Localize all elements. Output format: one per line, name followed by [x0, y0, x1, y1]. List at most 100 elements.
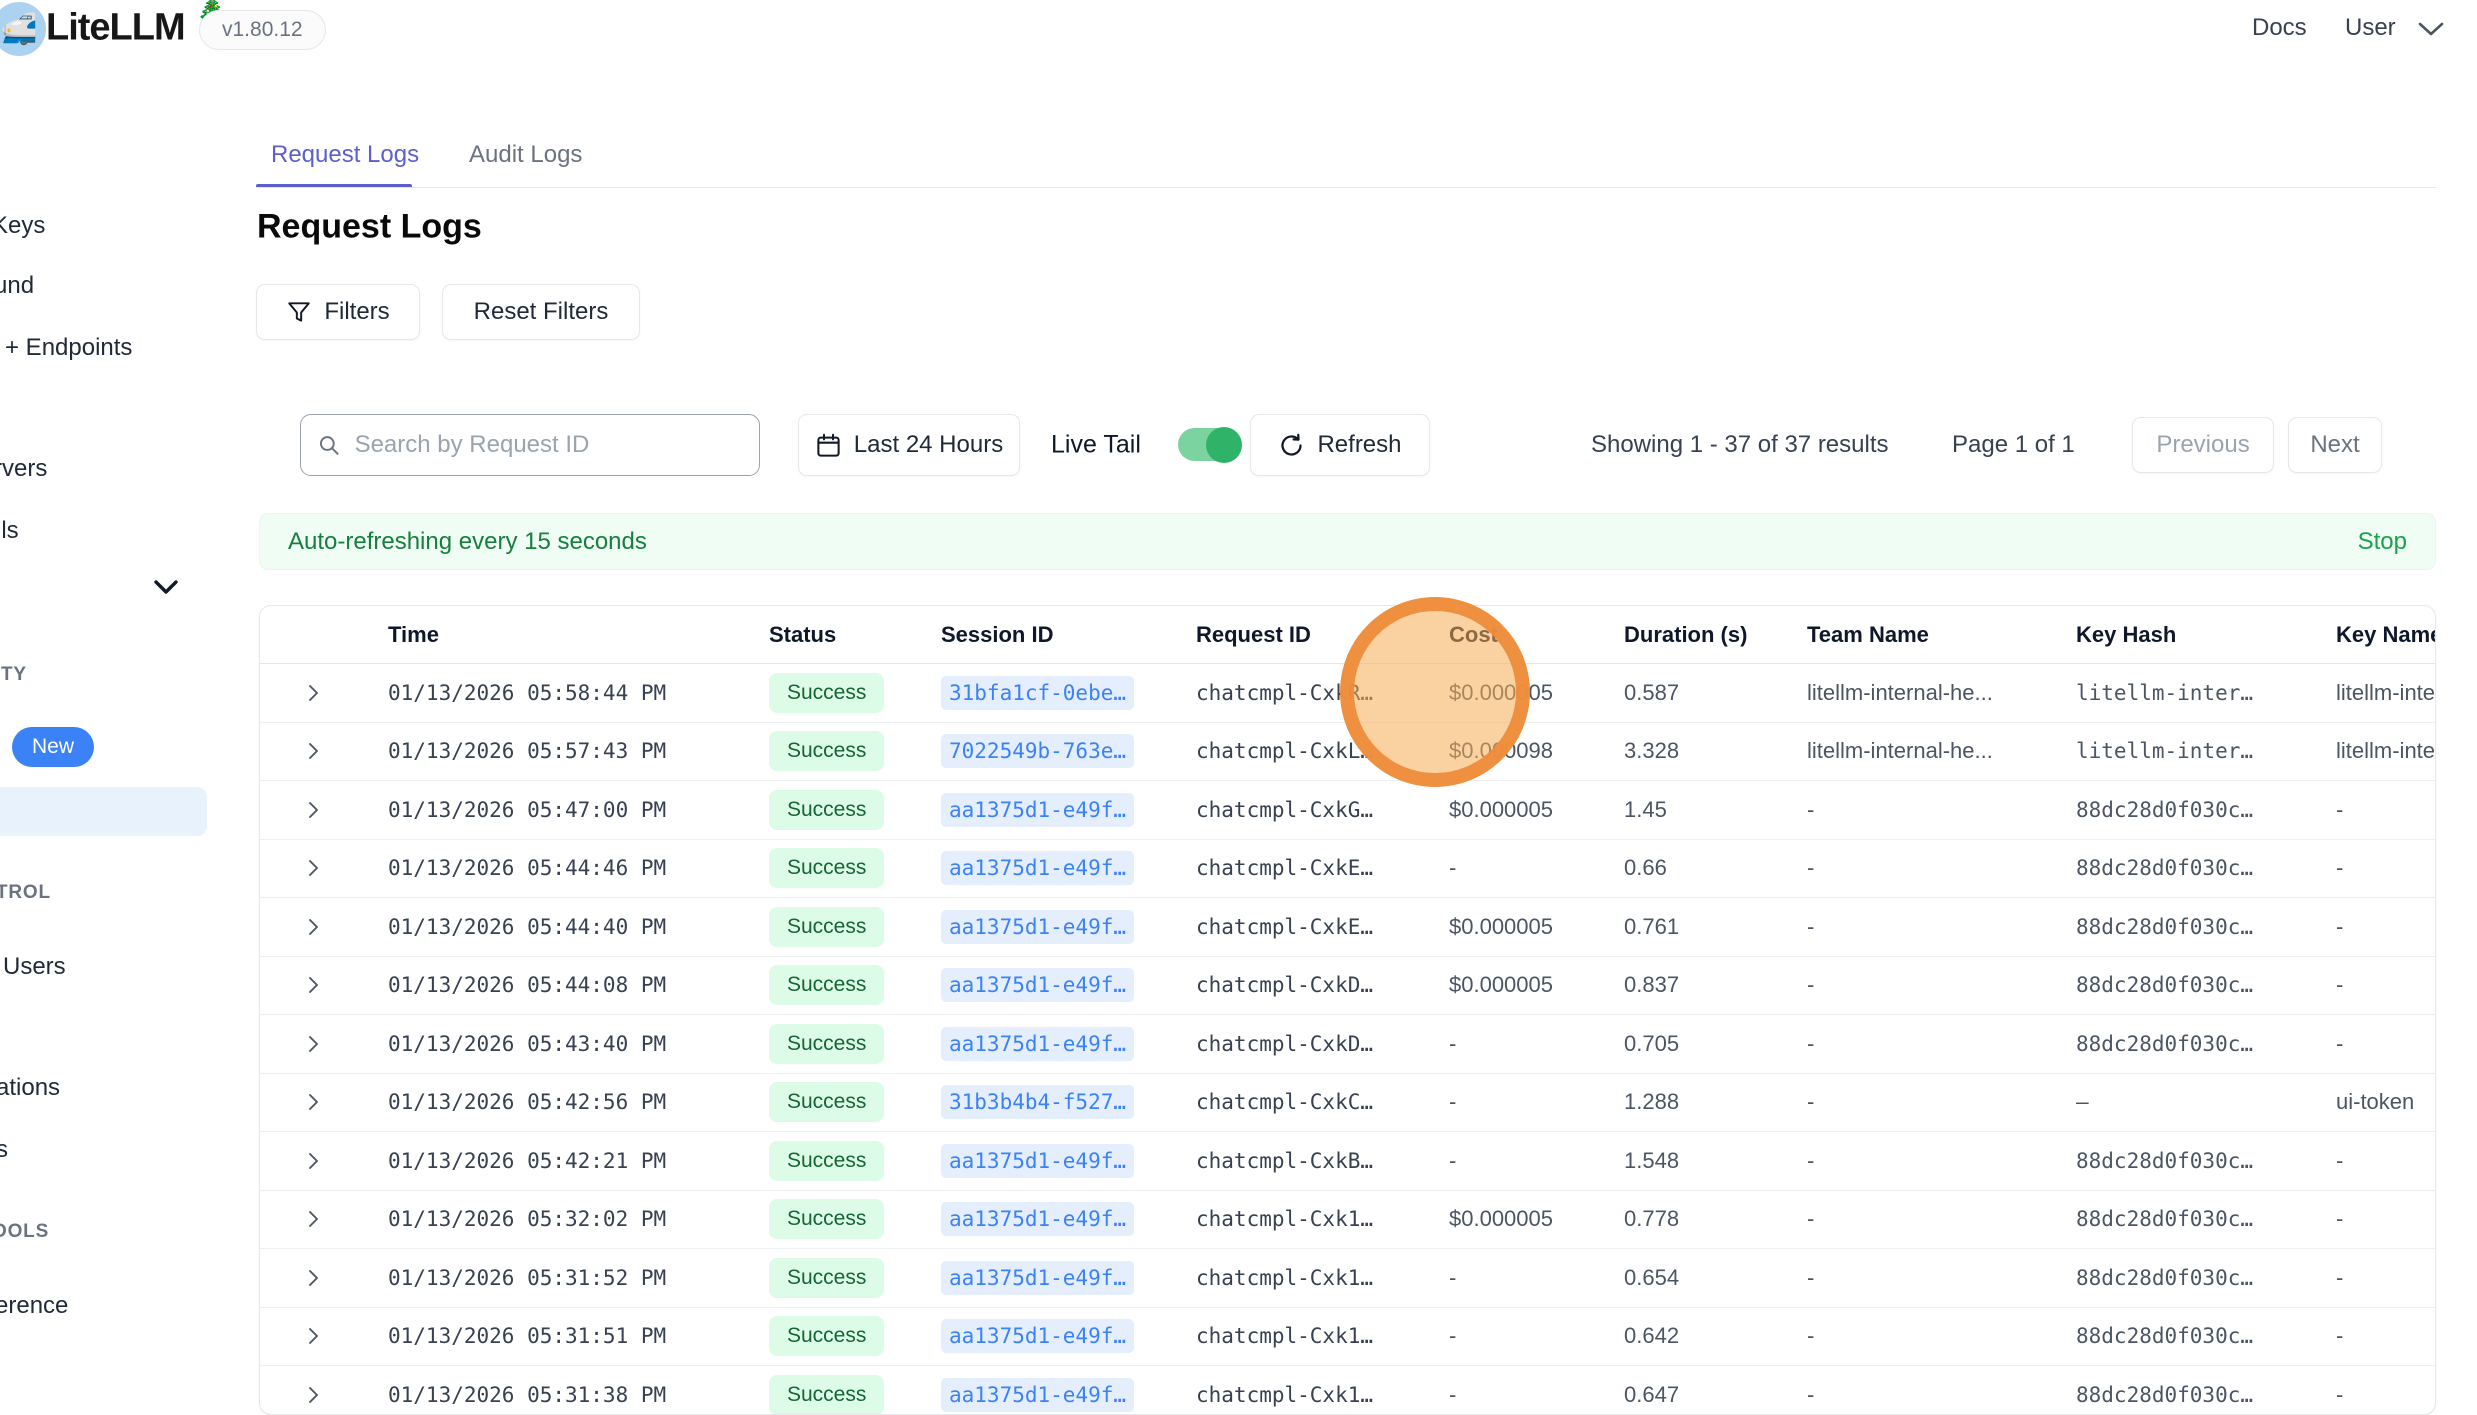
- tabs-divider: [256, 187, 2436, 188]
- sidebar-item-models-endpoints[interactable]: + Endpoints: [5, 334, 132, 362]
- session-id-link[interactable]: aa1375d1-e49f…: [941, 1261, 1134, 1295]
- sidebar-item-playground[interactable]: und: [0, 272, 34, 300]
- expand-row-button[interactable]: [260, 973, 388, 997]
- session-id-link[interactable]: aa1375d1-e49f…: [941, 1027, 1134, 1061]
- filters-button[interactable]: Filters: [256, 284, 420, 340]
- table-row[interactable]: 01/13/2026 05:57:43 PMSuccess7022549b-76…: [260, 723, 2435, 782]
- expand-row-button[interactable]: [260, 1266, 388, 1290]
- cell-key-name: -: [2336, 1323, 2435, 1349]
- reset-filters-button[interactable]: Reset Filters: [442, 284, 640, 340]
- col-time: Time: [388, 622, 769, 648]
- expand-row-button[interactable]: [260, 1032, 388, 1056]
- sidebar-section-tools: OOLS: [0, 1221, 49, 1243]
- expand-row-icon: [301, 1149, 325, 1173]
- status-badge: Success: [769, 1375, 884, 1415]
- version-badge: v1.80.12: [199, 10, 326, 50]
- cell-request-id: chatcmpl-CxkL…: [1196, 739, 1449, 763]
- session-id-link[interactable]: aa1375d1-e49f…: [941, 793, 1134, 827]
- cell-status: Success: [769, 1199, 941, 1239]
- tab-request-logs[interactable]: Request Logs: [271, 141, 419, 169]
- docs-link[interactable]: Docs: [2252, 14, 2307, 42]
- session-id-link[interactable]: aa1375d1-e49f…: [941, 910, 1134, 944]
- expand-row-button[interactable]: [260, 1149, 388, 1173]
- cell-cost: -: [1449, 1148, 1624, 1174]
- cell-key-hash: 88dc28d0f030c…: [2076, 1032, 2336, 1056]
- refresh-button[interactable]: Refresh: [1250, 414, 1430, 476]
- table-row[interactable]: 01/13/2026 05:44:08 PMSuccessaa1375d1-e4…: [260, 957, 2435, 1016]
- session-id-link[interactable]: aa1375d1-e49f…: [941, 1202, 1134, 1236]
- sidebar-item-keys[interactable]: Keys: [0, 212, 45, 240]
- sidebar-item-servers[interactable]: rvers: [0, 455, 47, 483]
- expand-row-button[interactable]: [260, 1207, 388, 1231]
- tab-audit-logs[interactable]: Audit Logs: [469, 141, 582, 169]
- cell-status: Success: [769, 673, 941, 713]
- cell-key-hash: litellm-inter…: [2076, 681, 2336, 705]
- table-row[interactable]: 01/13/2026 05:42:21 PMSuccessaa1375d1-e4…: [260, 1132, 2435, 1191]
- session-id-link[interactable]: 31b3b4b4-f527…: [941, 1085, 1134, 1119]
- stop-auto-refresh-button[interactable]: Stop: [2358, 528, 2407, 556]
- previous-page-button[interactable]: Previous: [2132, 417, 2274, 473]
- table-row[interactable]: 01/13/2026 05:32:02 PMSuccessaa1375d1-e4…: [260, 1191, 2435, 1250]
- brand-title[interactable]: LiteLLM: [46, 7, 185, 50]
- table-row[interactable]: 01/13/2026 05:31:52 PMSuccessaa1375d1-e4…: [260, 1249, 2435, 1308]
- table-row[interactable]: 01/13/2026 05:47:00 PMSuccessaa1375d1-e4…: [260, 781, 2435, 840]
- session-id-link[interactable]: aa1375d1-e49f…: [941, 1319, 1134, 1353]
- expand-row-button[interactable]: [260, 915, 388, 939]
- table-row[interactable]: 01/13/2026 05:31:51 PMSuccessaa1375d1-e4…: [260, 1308, 2435, 1367]
- expand-row-button[interactable]: [260, 798, 388, 822]
- expand-row-button[interactable]: [260, 1383, 388, 1407]
- sidebar-item-guardrails[interactable]: ils: [0, 517, 19, 545]
- cell-request-id: chatcmpl-CxkD…: [1196, 973, 1449, 997]
- session-id-link[interactable]: 7022549b-763e…: [941, 734, 1134, 768]
- time-range-button[interactable]: Last 24 Hours: [798, 414, 1020, 476]
- sidebar-item-teams[interactable]: s: [0, 1136, 8, 1164]
- cell-cost: -: [1449, 1089, 1624, 1115]
- expand-row-button[interactable]: [260, 739, 388, 763]
- filters-button-label: Filters: [324, 298, 389, 326]
- sidebar-item-selected-logs[interactable]: [0, 787, 207, 836]
- cell-cost: -: [1449, 1323, 1624, 1349]
- cell-session-id: aa1375d1-e49f…: [941, 851, 1196, 885]
- expand-row-button[interactable]: [260, 1324, 388, 1348]
- cell-time: 01/13/2026 05:57:43 PM: [388, 739, 769, 763]
- next-page-button[interactable]: Next: [2288, 417, 2382, 473]
- session-id-link[interactable]: 31bfa1cf-0ebe…: [941, 676, 1134, 710]
- session-id-link[interactable]: aa1375d1-e49f…: [941, 851, 1134, 885]
- table-row[interactable]: 01/13/2026 05:42:56 PMSuccess31b3b4b4-f5…: [260, 1074, 2435, 1133]
- col-request-id: Request ID: [1196, 622, 1449, 648]
- table-row[interactable]: 01/13/2026 05:31:38 PMSuccessaa1375d1-e4…: [260, 1366, 2435, 1415]
- sidebar-item-inference[interactable]: erence: [0, 1292, 68, 1320]
- cell-key-name: ui-token: [2336, 1089, 2435, 1115]
- live-tail-toggle[interactable]: [1178, 428, 1240, 461]
- session-id-link[interactable]: aa1375d1-e49f…: [941, 968, 1134, 1002]
- cell-key-name: -: [2336, 1148, 2435, 1174]
- status-badge: Success: [769, 673, 884, 713]
- cell-cost: -: [1449, 1265, 1624, 1291]
- session-id-link[interactable]: aa1375d1-e49f…: [941, 1144, 1134, 1178]
- expand-row-button[interactable]: [260, 856, 388, 880]
- user-caret-icon[interactable]: [2416, 20, 2446, 38]
- cell-duration: 1.288: [1624, 1089, 1807, 1115]
- table-row[interactable]: 01/13/2026 05:44:46 PMSuccessaa1375d1-e4…: [260, 840, 2435, 899]
- session-id-link[interactable]: aa1375d1-e49f…: [941, 1378, 1134, 1412]
- sidebar-item-organizations[interactable]: ations: [0, 1074, 60, 1102]
- filter-icon: [286, 299, 312, 325]
- user-menu[interactable]: User: [2345, 14, 2396, 42]
- search-input[interactable]: [353, 430, 743, 460]
- table-row[interactable]: 01/13/2026 05:43:40 PMSuccessaa1375d1-e4…: [260, 1015, 2435, 1074]
- cell-team-name: -: [1807, 1148, 2076, 1174]
- sidebar-item-users[interactable]: Users: [3, 953, 66, 981]
- cell-time: 01/13/2026 05:42:21 PM: [388, 1149, 769, 1173]
- litellm-logo-icon[interactable]: 🚅: [0, 2, 46, 56]
- cell-session-id: 31b3b4b4-f527…: [941, 1085, 1196, 1119]
- cell-team-name: -: [1807, 1031, 2076, 1057]
- cell-key-name: -: [2336, 1031, 2435, 1057]
- cell-duration: 0.705: [1624, 1031, 1807, 1057]
- table-row[interactable]: 01/13/2026 05:58:44 PMSuccess31bfa1cf-0e…: [260, 664, 2435, 723]
- chevron-down-icon[interactable]: [152, 578, 180, 598]
- expand-row-button[interactable]: [260, 681, 388, 705]
- expand-row-button[interactable]: [260, 1090, 388, 1114]
- table-row[interactable]: 01/13/2026 05:44:40 PMSuccessaa1375d1-e4…: [260, 898, 2435, 957]
- cell-key-hash: 88dc28d0f030c…: [2076, 1207, 2336, 1231]
- refresh-label: Refresh: [1317, 431, 1401, 459]
